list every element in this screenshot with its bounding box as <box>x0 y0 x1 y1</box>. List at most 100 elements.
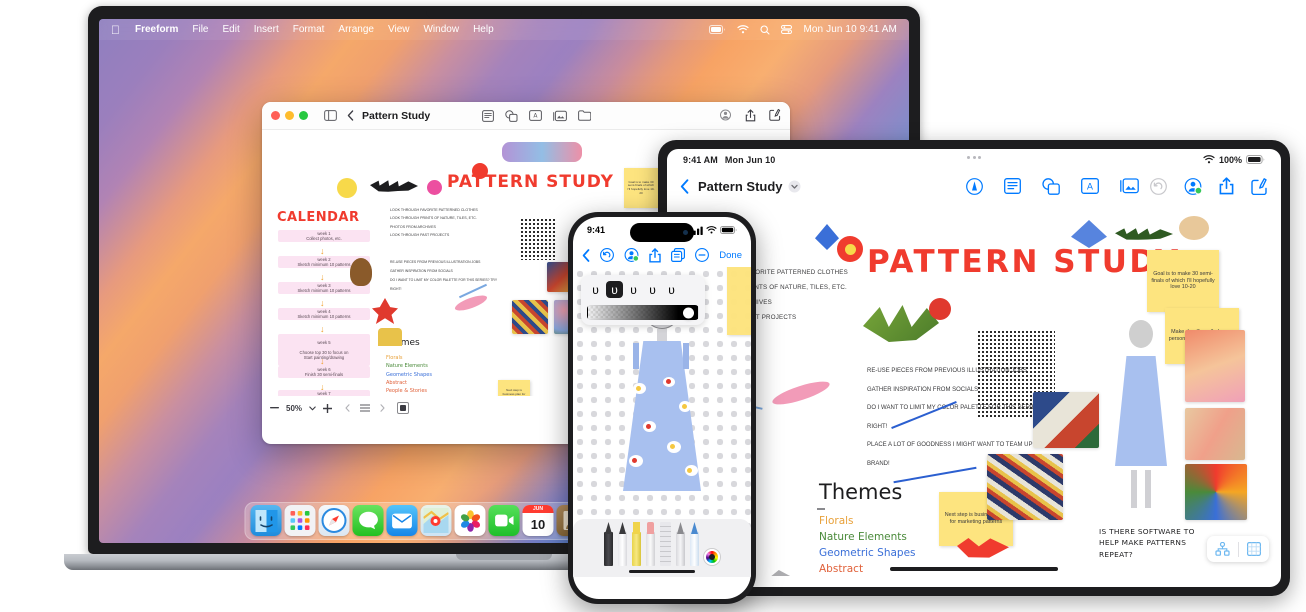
stroke-option-4[interactable]: ᴜ <box>644 281 661 298</box>
opacity-slider[interactable] <box>587 305 699 320</box>
fountain-pen-tool[interactable] <box>690 522 699 566</box>
search-icon[interactable] <box>760 24 771 35</box>
duplicate-icon[interactable] <box>671 248 686 262</box>
battery-icon[interactable] <box>709 25 726 34</box>
collaborate-icon[interactable] <box>1184 177 1202 195</box>
chevron-down-icon[interactable] <box>309 405 316 411</box>
maximize-button[interactable] <box>299 111 308 120</box>
grid-icon[interactable] <box>1239 542 1269 556</box>
battery-icon <box>1246 155 1265 164</box>
collaborate-icon[interactable] <box>719 109 732 122</box>
week-chip-4: week 4 Sketch minimum 10 patterns <box>278 308 370 321</box>
shapes-icon[interactable] <box>1041 177 1060 195</box>
slider-knob[interactable] <box>683 307 694 318</box>
menu-item-edit[interactable]: Edit <box>215 24 246 35</box>
dock-item-photos[interactable] <box>454 505 486 536</box>
shapes-icon[interactable] <box>505 109 518 122</box>
file-icon[interactable] <box>578 109 592 122</box>
zoom-out-icon[interactable] <box>270 407 279 409</box>
menu-item-app[interactable]: Freeform <box>128 24 185 35</box>
dock-item-mail[interactable] <box>386 505 418 536</box>
minimize-button[interactable] <box>285 111 294 120</box>
media-icon[interactable] <box>553 110 568 122</box>
back-chevron-icon[interactable] <box>582 248 590 262</box>
pen-body <box>646 532 655 566</box>
multitask-dots-icon[interactable] <box>967 156 981 159</box>
dock-item-finder[interactable] <box>250 505 282 536</box>
close-button[interactable] <box>271 111 280 120</box>
text-box-icon[interactable]: A <box>529 109 543 122</box>
menu-clock[interactable]: Mon Jun 10 9:41 AM <box>803 24 897 35</box>
fit-to-screen-icon[interactable] <box>397 402 410 414</box>
list-icon[interactable] <box>360 404 371 412</box>
share-icon[interactable] <box>649 247 661 263</box>
text-box-icon[interactable]: A <box>1080 177 1099 195</box>
dock-item-safari[interactable] <box>318 505 350 536</box>
ipad-screen: 9:41 AM Mon Jun 10 100% Pattern Study A … <box>667 149 1281 587</box>
dock-item-launchpad[interactable] <box>284 505 316 536</box>
dock-item-maps[interactable] <box>420 505 452 536</box>
undo-icon[interactable] <box>600 248 614 262</box>
new-board-icon[interactable] <box>1251 177 1268 195</box>
stroke-option-3[interactable]: ᴜ <box>625 281 642 298</box>
chevron-down-icon[interactable] <box>788 180 801 193</box>
share-icon[interactable] <box>1219 177 1234 195</box>
menu-item-arrange[interactable]: Arrange <box>331 24 381 35</box>
sticky-note-1-mac[interactable]: Goal is to make 30 semi-finals of which … <box>624 168 658 208</box>
menu-item-view[interactable]: View <box>381 24 417 35</box>
ruler-body <box>660 522 671 566</box>
sticky-note-icon[interactable] <box>1003 177 1021 195</box>
freeform-canvas-ipad[interactable]: PATTERN STUDY LOOK THROUGH FAVORITE PATT… <box>667 202 1281 576</box>
pen-tool[interactable] <box>604 522 613 566</box>
back-chevron-icon[interactable] <box>342 110 359 121</box>
iphone-markup-canvas[interactable]: ᴜ ᴜ ᴜ ᴜ ᴜ <box>573 267 751 577</box>
color-wheel-icon[interactable] <box>704 549 720 565</box>
pen-body <box>632 532 641 566</box>
week-text-1: Collect photos, etc. <box>306 236 342 242</box>
menu-item-window[interactable]: Window <box>416 24 466 35</box>
next-icon[interactable] <box>380 404 385 412</box>
markup-pen-icon[interactable] <box>965 177 983 195</box>
menu-item-help[interactable]: Help <box>466 24 501 35</box>
prev-icon[interactable] <box>345 404 350 412</box>
menu-item-insert[interactable]: Insert <box>247 24 286 35</box>
mac-menu-bar[interactable]:  Freeform File Edit Insert Format Arran… <box>99 19 909 40</box>
back-chevron-icon[interactable] <box>680 178 689 194</box>
zoom-out-icon[interactable] <box>695 248 710 262</box>
eraser-tool[interactable] <box>646 522 655 566</box>
new-board-icon[interactable] <box>769 109 781 122</box>
sticky-note-1-ipad[interactable]: Goal is to make 30 semi-finals of which … <box>1147 250 1219 312</box>
ipad-home-indicator[interactable] <box>890 567 1058 571</box>
highlighter-tool[interactable] <box>632 522 641 566</box>
dock-item-facetime[interactable] <box>488 505 520 536</box>
done-button[interactable]: Done <box>719 250 742 261</box>
dock-item-messages[interactable] <box>352 505 384 536</box>
ruler-tool[interactable] <box>660 522 671 566</box>
marker-tool[interactable] <box>618 522 627 566</box>
zoom-in-icon[interactable] <box>323 403 333 413</box>
control-center-icon[interactable] <box>781 25 793 34</box>
share-icon[interactable] <box>745 109 756 122</box>
stroke-option-1[interactable]: ᴜ <box>587 281 604 298</box>
stroke-option-2[interactable]: ᴜ <box>606 281 623 298</box>
window-controls[interactable] <box>271 111 308 120</box>
iphone-home-indicator[interactable] <box>629 569 695 573</box>
arrow-icon-1: ↓ <box>320 246 325 256</box>
zoom-level-label[interactable]: 50% <box>286 404 302 413</box>
sidebar-toggle-icon[interactable] <box>319 110 342 121</box>
dress-flower-center-4 <box>646 424 651 429</box>
menu-item-format[interactable]: Format <box>286 24 332 35</box>
wifi-icon[interactable] <box>737 25 750 34</box>
ipad-board-title[interactable]: Pattern Study <box>698 179 783 194</box>
apple-logo-icon[interactable]:  <box>107 24 128 36</box>
pencil-tool[interactable] <box>676 522 685 566</box>
sticky-note-icon[interactable] <box>482 109 495 122</box>
stroke-option-5[interactable]: ᴜ <box>663 281 680 298</box>
collaborate-icon[interactable] <box>624 248 640 262</box>
dock-item-calendar[interactable]: JUN 10 <box>522 505 554 536</box>
menu-status-area: Mon Jun 10 9:41 AM <box>709 24 901 35</box>
media-icon[interactable] <box>1119 177 1139 195</box>
menu-item-file[interactable]: File <box>185 24 215 35</box>
undo-icon[interactable] <box>1150 177 1167 195</box>
insert-shape-icon[interactable] <box>1207 542 1238 556</box>
